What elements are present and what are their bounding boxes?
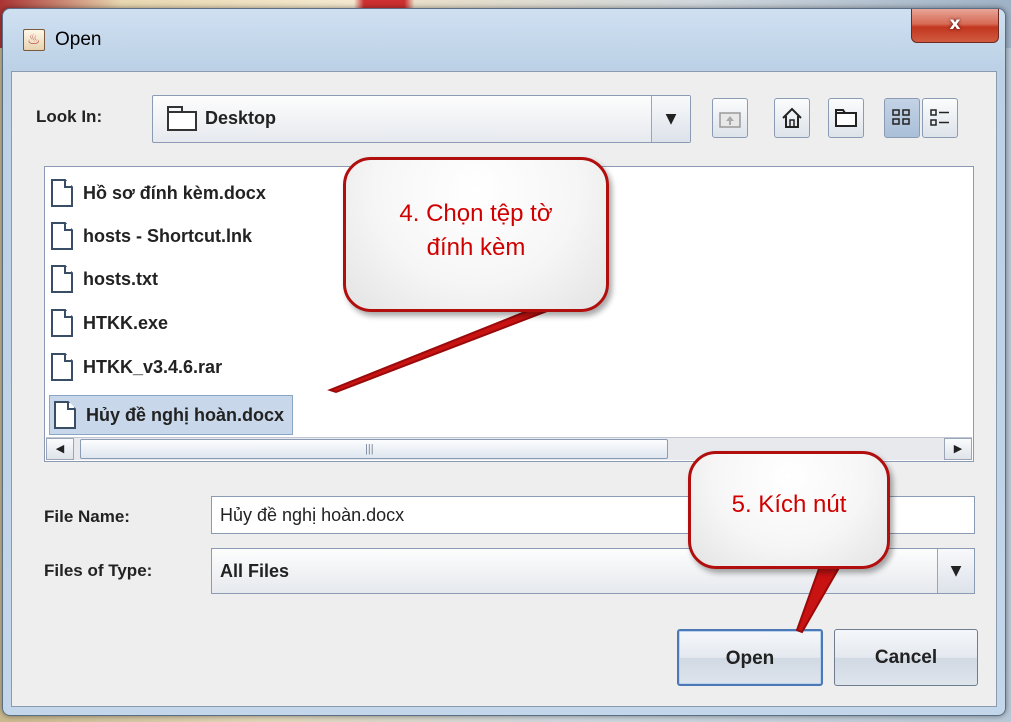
callout-step-5-text: 5. Kích nút <box>731 491 847 518</box>
callout-step-4-line2: đính kèm <box>426 234 526 261</box>
callout-pointers <box>327 307 842 634</box>
callout-4-pointer <box>327 307 556 394</box>
callout-5-pointer <box>795 565 842 634</box>
callout-step-4-text: 4. Chọn tệp tờ đính kèm <box>343 197 609 265</box>
callout-step-4-line1: 4. Chọn tệp tờ <box>399 200 553 227</box>
